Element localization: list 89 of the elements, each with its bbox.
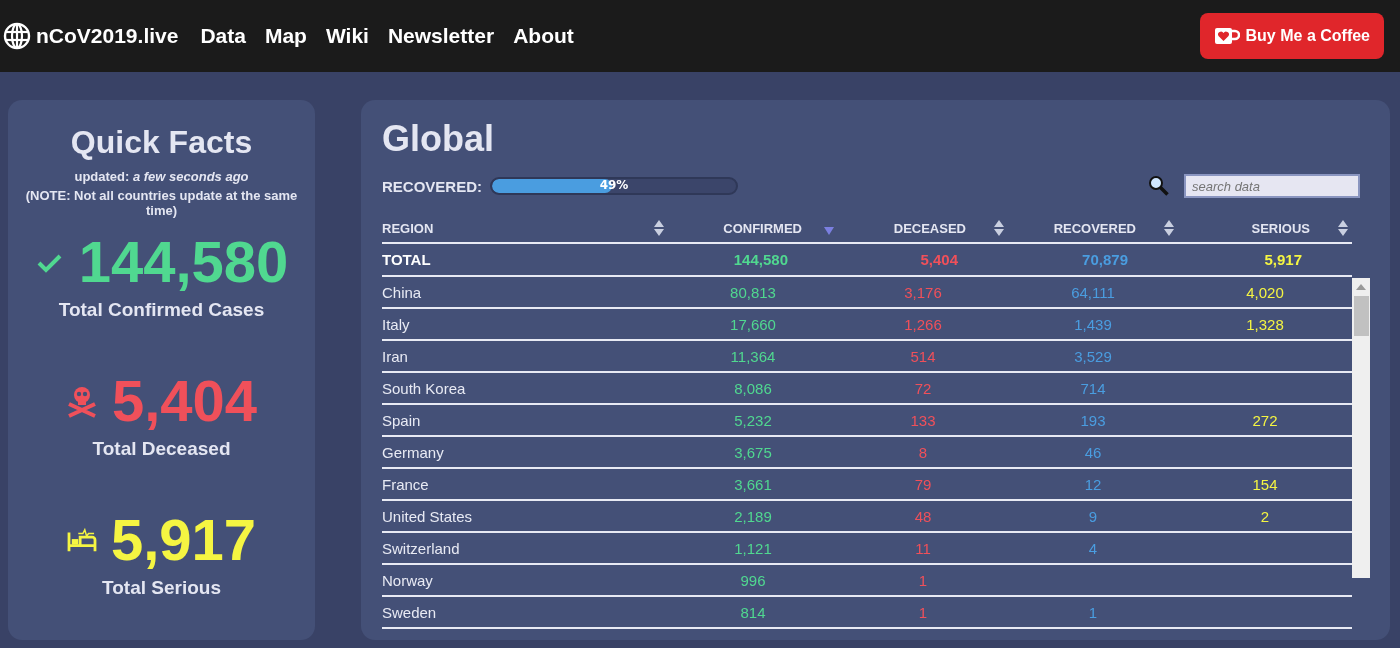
- table-cell-text: 17,660: [729, 315, 777, 333]
- search-icon: [1148, 175, 1170, 197]
- region-cell-text: China: [382, 283, 423, 301]
- table-cell-text: 48: [913, 507, 933, 525]
- table-cell-text: 12: [1083, 475, 1103, 493]
- table-cell-text: 5,232: [733, 411, 773, 429]
- sort-icon[interactable]: [654, 220, 664, 236]
- table-cell-text: 3,529: [1073, 347, 1113, 365]
- table-cell-text: 3,176: [903, 283, 943, 301]
- buy-coffee-button[interactable]: Buy Me a Coffee: [1199, 13, 1384, 59]
- table-cell-text: 9: [1087, 507, 1099, 525]
- stat-value: 5,917: [110, 509, 257, 571]
- nav-link[interactable]: Newsletter: [387, 24, 495, 48]
- stat-label: Total Serious: [102, 576, 221, 599]
- column-header[interactable]: SERIOUS: [1251, 220, 1310, 236]
- region-cell-text: Iran: [382, 347, 409, 365]
- table-cell-text: 1,439: [1073, 315, 1113, 333]
- table-cell-text: 154: [1251, 475, 1279, 493]
- region-cell-text: Norway: [382, 571, 434, 589]
- table-cell-text: 72: [913, 379, 933, 397]
- global-title: Global: [382, 118, 495, 160]
- table-cell-text: 514: [909, 347, 937, 365]
- table-cell-text: 133: [909, 411, 937, 429]
- stat-label: Total Confirmed Cases: [58, 298, 265, 321]
- sort-icon[interactable]: [1164, 220, 1174, 236]
- scrollbar-thumb[interactable]: [1353, 296, 1369, 336]
- table-cell-text: 5,917: [1263, 251, 1303, 268]
- table-cell-text: 1,266: [903, 315, 943, 333]
- table-cell-text: 144,580: [732, 251, 789, 268]
- table-cell-text: 4,020: [1245, 283, 1285, 301]
- skull-crossbones-icon: [65, 384, 98, 419]
- scrollbar[interactable]: [1352, 278, 1370, 578]
- scroll-up-icon: [1356, 284, 1366, 290]
- region-cell-text: South Korea: [382, 379, 467, 397]
- table-cell-text: 1: [917, 603, 929, 621]
- column-header[interactable]: DECEASED: [893, 220, 966, 236]
- search-field[interactable]: search data: [1184, 174, 1360, 198]
- table-cell-text: 1,121: [733, 539, 773, 557]
- region-cell-text: France: [382, 475, 430, 493]
- table-cell-text: 5,404: [919, 251, 959, 268]
- table-cell-text: 272: [1251, 411, 1279, 429]
- stat-label: Total Deceased: [92, 437, 231, 460]
- nav-link[interactable]: About: [513, 24, 574, 48]
- region-cell-text: Germany: [382, 443, 445, 461]
- region-cell-text: Spain: [382, 411, 422, 429]
- site-logo-link[interactable]: nCoV2019.live: [36, 24, 179, 48]
- table-cell-text: 79: [913, 475, 933, 493]
- region-cell-text: TOTAL: [382, 251, 432, 268]
- stat-value: 144,580: [78, 232, 289, 293]
- updated-text: updated: a few seconds ago: [74, 169, 249, 184]
- quick-facts-title: Quick Facts: [70, 124, 253, 161]
- hospital-bed-icon: [66, 527, 97, 554]
- stat-value: 5,404: [111, 370, 258, 432]
- coffee-cup-icon: [1213, 26, 1240, 46]
- table-cell-text: 3,661: [733, 475, 773, 493]
- sort-icon[interactable]: [994, 220, 1004, 236]
- column-header[interactable]: CONFIRMED: [723, 220, 802, 236]
- table-cell-text: 2: [1259, 507, 1271, 525]
- note-text: (NOTE: Not all countries update at the same time): [24, 188, 299, 218]
- table-cell-text: 8: [917, 443, 929, 461]
- table-cell-text: 64,111: [1070, 283, 1116, 301]
- nav-link[interactable]: Wiki: [325, 24, 369, 48]
- table-cell-text: 1,328: [1245, 315, 1285, 333]
- table-cell-text: 70,879: [1081, 251, 1129, 268]
- table-cell-text: 4: [1087, 539, 1099, 557]
- region-cell-text: Italy: [382, 315, 411, 333]
- table-cell-text: 11: [914, 539, 932, 557]
- sort-icon[interactable]: [1338, 220, 1348, 236]
- table-cell-text: 1: [917, 571, 929, 589]
- column-header[interactable]: REGION: [382, 220, 434, 236]
- table-cell-text: 193: [1079, 411, 1107, 429]
- table-cell-text: 3,675: [733, 443, 773, 461]
- table-cell-text: 996: [739, 571, 767, 589]
- column-header[interactable]: RECOVERED: [1053, 220, 1136, 236]
- recovered-label: RECOVERED:: [382, 177, 482, 195]
- table-cell-text: 8,086: [733, 379, 773, 397]
- table-cell-text: 11,364: [729, 347, 777, 365]
- table-cell-text: 80,813: [729, 283, 777, 301]
- table-cell-text: 1: [1087, 603, 1099, 621]
- table-cell-text: 814: [739, 603, 767, 621]
- table-cell-text: 714: [1079, 379, 1107, 397]
- table-cell-text: 2,189: [733, 507, 773, 525]
- nav-link[interactable]: Map: [264, 24, 307, 48]
- region-cell-text: Sweden: [382, 603, 438, 621]
- nav-link[interactable]: Data: [200, 24, 246, 48]
- table-cell-text: 46: [1083, 443, 1103, 461]
- globe-icon: [3, 22, 31, 50]
- region-cell-text: United States: [382, 507, 474, 525]
- region-cell-text: Switzerland: [382, 539, 461, 557]
